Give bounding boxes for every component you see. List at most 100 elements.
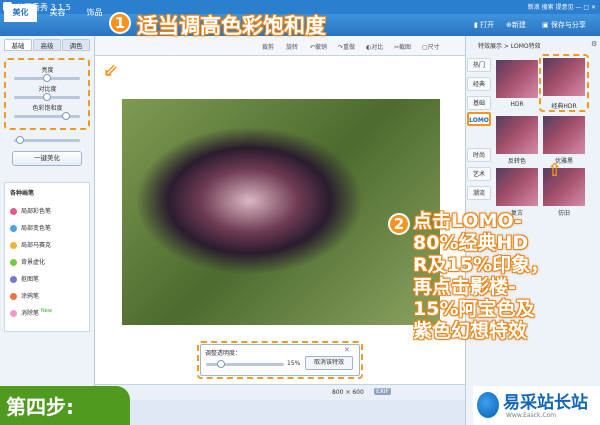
tool-compare[interactable]: ◐对比 [366,42,383,51]
save-share-button[interactable]: ▣ 保存与分享 [542,19,586,32]
recolor-brush-icon [10,225,17,232]
slider-knob[interactable] [216,360,225,368]
step-label: 第四步: [6,395,74,419]
exif-button[interactable]: EXIF [374,388,392,395]
watermark-name: 易采站长站 [503,393,588,413]
open-button[interactable]: ▮ 打开 [474,19,494,32]
tab-face[interactable]: 美容 [41,4,74,22]
eraser-icon [10,310,17,317]
category-basic[interactable]: 基础 [467,96,491,110]
tool-redo-label: 重做 [343,44,356,51]
effect-thumb-label: 经典HDR [551,103,577,110]
slider-knob[interactable] [43,93,51,101]
category-lomo[interactable]: LOMO [467,112,491,126]
brush-item-label: 局部马赛克 [21,242,52,249]
tool-compare-label: 对比 [371,44,384,51]
tool-redo[interactable]: ↷重做 [338,42,355,51]
doodle-icon [10,293,17,300]
slider-brightness-label: 亮度 [41,67,54,74]
slider-brightness[interactable] [14,74,80,82]
window-controls[interactable]: 新浪 搜索 提意见 — □ ✕ [528,2,596,11]
mosaic-icon [10,242,17,249]
image-width: 800 [332,389,344,396]
category-trend[interactable]: 潮流 [467,186,491,200]
slider-knob[interactable] [16,136,24,144]
category-classic[interactable]: 经典 [467,77,491,91]
effect-thumb[interactable] [496,116,538,154]
one-click-beautify-button[interactable]: 一键美化 [12,151,82,166]
effect-thumb[interactable] [543,116,585,154]
tool-screenshot[interactable]: ✂截图 [394,42,411,51]
blur-icon [10,259,17,266]
beautify-label: 一键美化 [34,154,60,162]
open-label: 打开 [480,21,495,29]
annotation-1: 适当调高色彩饱和度 [137,14,326,38]
effects-breadcrumb: 特效展示 > LOMO特效 [478,43,541,50]
watermark-logo-icon [477,392,499,418]
category-fashion[interactable]: 时尚 [467,148,491,162]
size-separator: × [345,389,351,396]
brush-item-label: 局部彩色笔 [21,208,52,215]
brush-item[interactable]: 局部马赛克 [10,240,51,249]
brush-item-label: 背景虚化 [21,259,46,266]
new-label: 新建 [511,21,526,29]
save-label: 保存与分享 [550,21,586,29]
tab-beautify[interactable]: 美化 [4,4,37,22]
arrow-icon: ⇙ [103,60,119,81]
cutout-icon [10,276,17,283]
slider-contrast[interactable] [14,93,80,101]
bottom-bar [95,384,465,400]
watermark-url: Www.Easck.Com [506,412,557,419]
settings-icon[interactable]: ⚙ [591,40,597,48]
opacity-value: 15% [287,360,301,367]
photo-image[interactable] [122,99,440,325]
tool-undo-label: 撤销 [315,44,328,51]
new-button[interactable]: ⊕新建 [506,19,526,32]
slider-contrast-label: 对比度 [38,86,57,93]
brush-item-label: 局部变色笔 [21,225,52,232]
category-hot[interactable]: 热门 [467,58,491,72]
left-tab-basic[interactable]: 基础 [4,39,32,51]
tab-decor[interactable]: 饰品 [78,4,111,22]
color-brush-icon [10,208,17,215]
slider-knob[interactable] [61,112,70,120]
effect-thumb[interactable] [496,60,538,98]
brush-item[interactable]: 消除笔 New [10,308,52,317]
tool-undo[interactable]: ↶撤销 [310,42,327,51]
category-art[interactable]: 艺术 [467,167,491,181]
step-number-2: 2 [388,213,410,235]
brush-title: 各种画笔 [10,190,35,197]
left-tab-color[interactable]: 调色 [62,39,90,51]
tool-size[interactable]: ▢尺寸 [422,42,440,51]
arrow-icon: ⇧ [547,160,563,181]
opacity-label: 调整透明度： [205,350,242,357]
brush-item-label: 涂鸦笔 [21,293,40,300]
brush-item[interactable]: 背景虚化 [10,257,45,266]
brush-item-label: 抠图笔 [21,276,40,283]
close-icon[interactable]: ✕ [344,346,350,354]
brush-item[interactable]: 局部变色笔 [10,223,51,232]
new-badge: New [41,308,52,314]
tool-crop[interactable]: 裁剪 [262,42,274,51]
step-number-1: 1 [109,12,131,34]
effect-thumb[interactable] [496,168,538,206]
image-size: 800 × 600 [332,389,364,396]
brush-item[interactable]: 抠图笔 [10,274,39,283]
slider-saturation[interactable] [14,112,80,120]
effect-thumb[interactable] [543,58,585,96]
tool-rotate[interactable]: 旋转 [286,42,298,51]
effect-thumb-label: 反转色 [507,158,526,165]
slider-saturation-label: 色彩饱和度 [32,105,63,112]
brush-item[interactable]: 涂鸦笔 [10,291,39,300]
slider-extra[interactable] [14,136,80,144]
left-tab-advanced[interactable]: 高级 [33,39,61,51]
brush-item[interactable]: 局部彩色笔 [10,206,51,215]
opacity-slider[interactable] [206,360,284,368]
brush-item-label: 消除笔 [21,310,40,317]
image-height: 600 [352,389,364,396]
tool-size-label: 尺寸 [427,44,440,51]
slider-knob[interactable] [43,74,51,82]
cancel-effect-button[interactable]: 取消该特效 [305,356,353,370]
effect-thumb-label: HDR [510,101,524,108]
tool-screenshot-label: 截图 [399,44,412,51]
